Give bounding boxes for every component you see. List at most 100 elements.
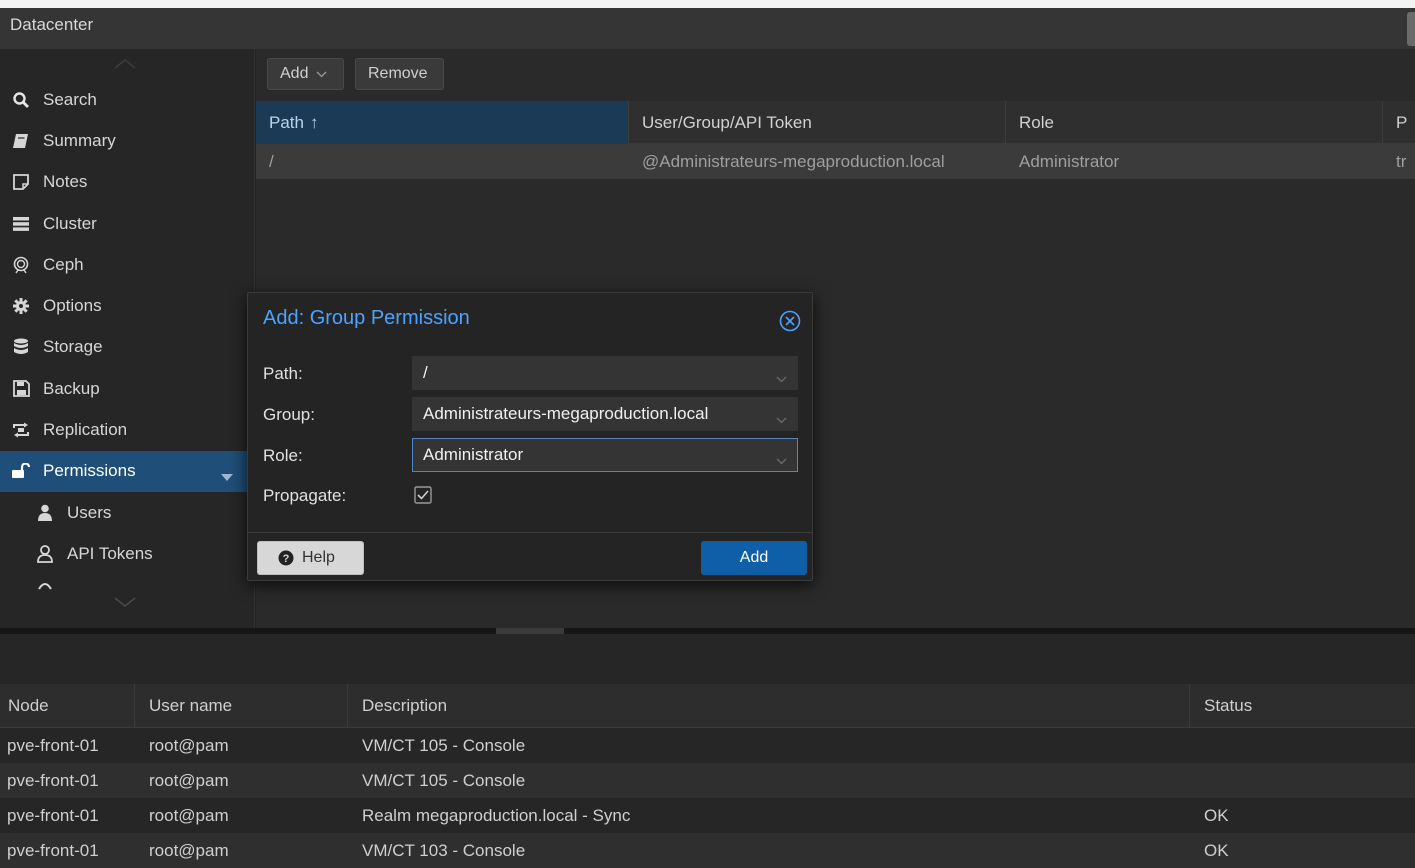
sidebar: Search Summary Notes Cluster Ceph Option… [0,49,255,629]
table-row[interactable]: pve-front-01 root@pam VM/CT 105 - Consol… [0,728,1415,763]
add-button-label: Add [280,65,309,82]
sidebar-item-label: Summary [43,130,116,150]
sidebar-item-label: Backup [43,378,100,398]
sidebar-item-label: Search [43,89,97,109]
column-header-label: Status [1204,696,1253,715]
table-row[interactable]: pve-front-01 root@pam VM/CT 105 - Consol… [0,763,1415,798]
user-icon [34,504,56,522]
cell-node: pve-front-01 [7,770,99,790]
header-title: Datacenter [10,15,94,34]
cell-description: VM/CT 105 - Console [362,770,526,790]
close-icon[interactable] [778,309,802,333]
top-strip [0,0,1415,8]
cell-status: OK [1204,805,1229,825]
sort-ascending-icon: ↑ [309,112,319,132]
book-icon [10,132,32,150]
help-button[interactable]: ? Help [257,541,364,575]
ceph-icon [10,256,32,274]
cell-node: pve-front-01 [7,805,99,825]
column-header-node[interactable]: Node [0,684,135,728]
caret-down-icon[interactable] [221,467,233,487]
sidebar-scroll-up-icon[interactable] [110,57,140,71]
permissions-toolbar: Add Remove [256,49,1415,101]
sidebar-item-label: Notes [43,172,88,192]
column-header-user-name[interactable]: User name [135,684,348,728]
remove-button[interactable]: Remove [355,58,444,90]
sidebar-item-api-tokens[interactable]: API Tokens [0,533,255,574]
sidebar-item-label: Users [67,502,112,522]
notes-icon [10,173,32,191]
propagate-checkbox[interactable] [414,486,432,504]
content-header: Datacenter [0,8,1415,49]
server-icon [10,215,32,233]
help-button-label: Help [302,549,335,566]
path-value: / [423,363,428,382]
cell-node: pve-front-01 [7,840,99,860]
sidebar-item-label: Permissions [43,461,136,481]
cell-description: VM/CT 103 - Console [362,840,526,860]
cell-description: Realm megaproduction.local - Sync [362,805,631,825]
chevron-down-icon [316,65,327,83]
table-row[interactable]: pve-front-01 root@pam Realm megaproducti… [0,798,1415,833]
add-group-permission-dialog: Add: Group Permission Path: / Group: Adm… [247,292,813,581]
dialog-divider [248,532,812,533]
cell-status [1197,763,1204,798]
column-header-role[interactable]: Role [1006,101,1383,144]
sidebar-item-replication[interactable]: Replication [0,409,255,450]
sidebar-item-users[interactable]: Users [0,492,255,533]
column-header-description[interactable]: Description [348,684,1190,728]
replication-icon [10,421,32,439]
column-header-status[interactable]: Status [1190,684,1415,728]
sidebar-item-cluster[interactable]: Cluster [0,203,255,244]
column-header-user-group-token[interactable]: User/Group/API Token [629,101,1006,144]
cell-propagate: tr [1396,151,1407,171]
column-header-label: Role [1019,112,1054,132]
cell-path: / [269,151,274,171]
sidebar-item-label: Cluster [43,213,97,233]
permissions-grid-header: Path ↑ User/Group/API Token Role P [256,101,1415,144]
sidebar-item-summary[interactable]: Summary [0,120,255,161]
partial-icon [34,575,56,591]
sidebar-item-storage[interactable]: Storage [0,327,255,368]
task-log-panel: Node User name Description Status pve-fr… [0,634,1415,868]
column-header-path[interactable]: Path ↑ [256,101,629,144]
sidebar-item-options[interactable]: Options [0,285,255,326]
sidebar-item-label: Ceph [43,254,84,274]
sidebar-item-label: API Tokens [67,543,153,563]
database-icon [10,338,32,356]
sidebar-item-ceph[interactable]: Ceph [0,244,255,285]
table-row[interactable]: / @Administrateurs-megaproduction.local … [256,144,1415,179]
svg-text:?: ? [283,553,290,565]
column-header-label: Node [8,696,49,715]
column-header-label: Description [362,696,448,715]
column-header-propagate[interactable]: P [1383,101,1415,144]
sidebar-item-partial [0,575,255,591]
dialog-title: Add: Group Permission [263,307,470,329]
add-button[interactable]: Add [701,541,807,575]
group-label: Group: [263,405,315,424]
search-icon [10,91,32,109]
chevron-down-icon [776,450,787,470]
sidebar-item-backup[interactable]: Backup [0,368,255,409]
add-menu-button[interactable]: Add [267,58,344,90]
group-combobox[interactable]: Administrateurs-megaproduction.local [412,397,798,431]
path-combobox[interactable]: / [412,356,798,390]
sidebar-scroll-down-icon[interactable] [110,595,140,609]
cell-description: VM/CT 105 - Console [362,735,526,755]
propagate-label: Propagate: [263,486,347,505]
sidebar-item-notes[interactable]: Notes [0,162,255,203]
unlock-icon [10,462,32,480]
cell-ugid: @Administrateurs-megaproduction.local [642,151,945,171]
sidebar-item-search[interactable]: Search [0,79,255,120]
header-edge-button[interactable] [1407,12,1415,46]
group-value: Administrateurs-megaproduction.local [423,404,709,423]
role-value: Administrator [423,445,524,464]
role-combobox[interactable]: Administrator [412,438,798,472]
cell-user: root@pam [149,770,229,790]
column-header-label: User name [149,696,233,715]
column-header-label: Path [269,112,304,132]
gear-icon [10,297,32,315]
cell-user: root@pam [149,805,229,825]
table-row[interactable]: pve-front-01 root@pam VM/CT 103 - Consol… [0,833,1415,868]
sidebar-item-permissions[interactable]: Permissions [0,450,255,492]
